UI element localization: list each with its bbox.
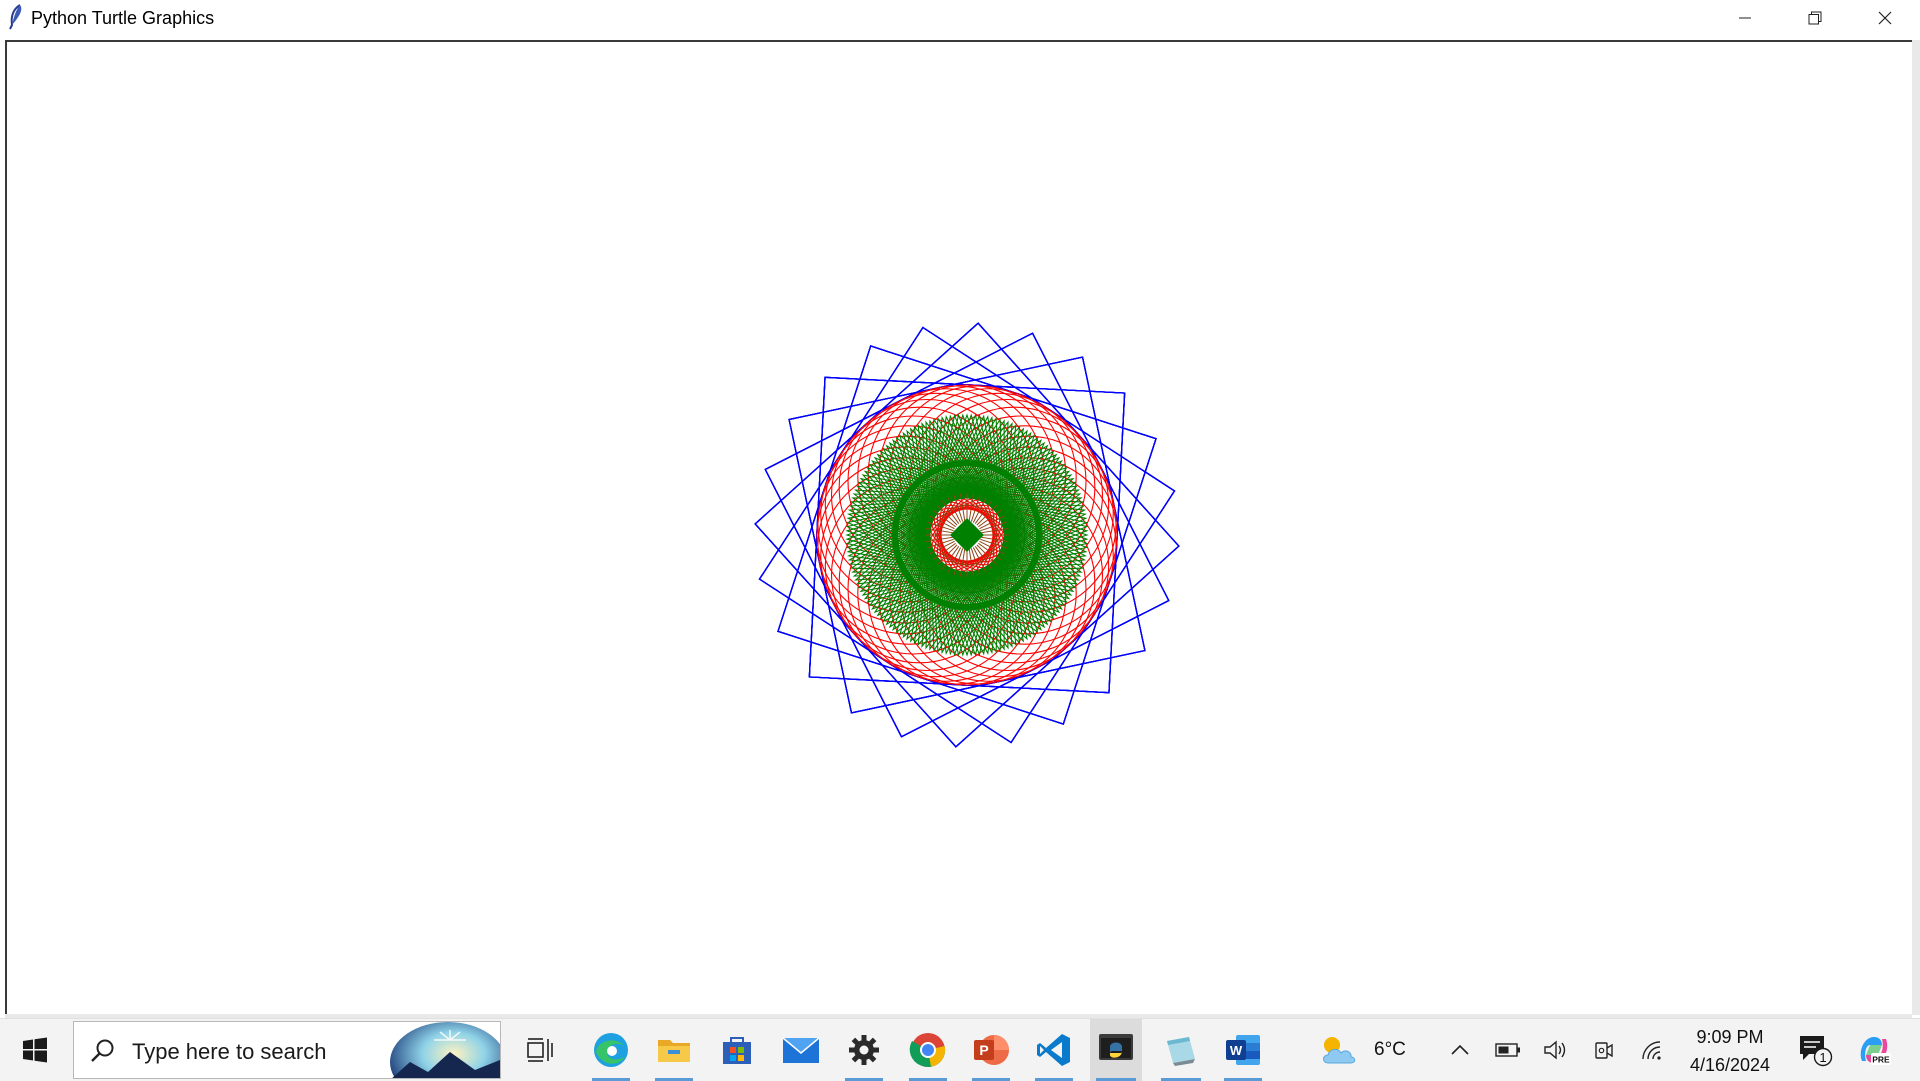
speaker-icon <box>1544 1040 1566 1060</box>
window-title: Python Turtle Graphics <box>31 8 215 28</box>
taskbar-app-settings[interactable] <box>839 1019 889 1081</box>
chrome-icon <box>909 1033 946 1068</box>
partly-cloudy-icon <box>1323 1037 1356 1064</box>
clock-time[interactable]: 9:09 PM <box>1680 1027 1780 1048</box>
task-view-icon <box>527 1038 553 1062</box>
battery-status[interactable] <box>1492 1019 1524 1081</box>
clock-date[interactable]: 4/16/2024 <box>1672 1055 1788 1076</box>
weather-widget[interactable]: 6°C <box>1318 1019 1408 1081</box>
start-button[interactable] <box>0 1019 70 1081</box>
turtle-drawing <box>754 322 1180 748</box>
search-placeholder: Type here to search <box>132 1039 327 1064</box>
taskbar-app-edge[interactable] <box>586 1019 636 1081</box>
task-view-button[interactable] <box>515 1019 565 1081</box>
canvas-frame-right <box>1912 40 1920 1015</box>
minimize-icon <box>1739 17 1751 19</box>
close-button[interactable] <box>1850 0 1920 36</box>
title-bar: Python Turtle Graphics <box>0 0 1920 37</box>
turtle-canvas[interactable] <box>5 40 1912 1014</box>
svg-text:P: P <box>979 1042 988 1058</box>
taskbar-app-notepad[interactable] <box>1155 1019 1207 1081</box>
python-icon <box>1099 1034 1133 1060</box>
taskbar-app-vs-code[interactable] <box>1029 1019 1079 1081</box>
camera-status[interactable] <box>1588 1019 1620 1081</box>
taskbar-app-powerpoint[interactable]: P <box>966 1019 1016 1081</box>
volume-control[interactable] <box>1540 1019 1572 1081</box>
chevron-up-icon <box>1451 1044 1469 1055</box>
edge-icon <box>594 1033 628 1067</box>
copilot-badge: PRE <box>1872 1055 1890 1065</box>
minimize-button[interactable] <box>1710 0 1780 36</box>
taskbar-app-file-explorer[interactable] <box>649 1019 699 1081</box>
file-explorer-icon <box>658 1040 690 1062</box>
taskbar-app-microsoft-store[interactable] <box>712 1019 762 1081</box>
notification-center-button[interactable]: 1 <box>1790 1019 1840 1081</box>
copilot-icon: PRE <box>1860 1037 1891 1065</box>
restore-button[interactable] <box>1780 0 1850 36</box>
svg-text:W: W <box>1230 1043 1243 1058</box>
search-box[interactable]: Type here to search <box>73 1021 501 1079</box>
taskbar-app-chrome[interactable] <box>903 1019 953 1081</box>
network-status[interactable] <box>1636 1019 1668 1081</box>
turtle-feather-icon <box>6 4 26 30</box>
search-highlight-illustration <box>390 1022 500 1078</box>
show-hidden-icons-button[interactable] <box>1446 1019 1474 1081</box>
restore-icon <box>1808 11 1822 25</box>
taskbar: Type here to search P W 6°C 9:09 PM 4/16… <box>0 1018 1920 1081</box>
notification-icon: 1 <box>1800 1036 1833 1067</box>
word-icon: W <box>1226 1035 1260 1065</box>
settings-gear-icon <box>849 1035 879 1065</box>
copilot-button[interactable]: PRE <box>1850 1019 1898 1081</box>
taskbar-app-python[interactable] <box>1090 1019 1142 1081</box>
microsoft-store-icon <box>723 1037 751 1064</box>
wifi-icon <box>1642 1041 1661 1060</box>
windows-logo-icon <box>23 1037 47 1063</box>
weather-temperature: 6°C <box>1374 1039 1406 1060</box>
close-icon <box>1878 11 1892 25</box>
notification-count: 1 <box>1819 1050 1826 1065</box>
battery-icon <box>1495 1043 1520 1057</box>
mail-icon <box>782 1037 820 1063</box>
taskbar-app-word[interactable]: W <box>1218 1019 1268 1081</box>
powerpoint-icon: P <box>974 1035 1009 1065</box>
taskbar-app-mail[interactable] <box>776 1019 826 1081</box>
vs-code-icon <box>1037 1034 1070 1066</box>
search-icon <box>91 1039 114 1062</box>
camera-icon <box>1595 1042 1613 1059</box>
notepad-icon <box>1167 1037 1195 1066</box>
